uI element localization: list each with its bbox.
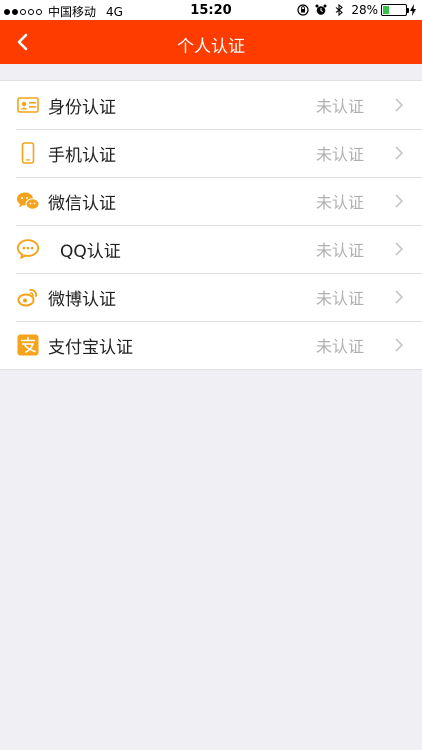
weibo-icon	[16, 285, 40, 309]
rotation-lock-icon	[297, 4, 309, 16]
bluetooth-icon	[335, 4, 344, 16]
list-item-status: 未认证	[315, 337, 364, 356]
list-item-wechat-verification[interactable]: 微信认证 未认证	[0, 177, 422, 225]
chevron-right-icon	[395, 338, 404, 352]
verification-list: 身份认证 未认证 手机认证 未认证 微信认证 未认证 QQ认证 未认证 微博认证…	[0, 80, 422, 370]
alipay-icon	[16, 333, 40, 357]
battery-fill	[383, 6, 390, 14]
list-item-weibo-verification[interactable]: 微博认证 未认证	[0, 273, 422, 321]
list-item-id-verification[interactable]: 身份认证 未认证	[0, 81, 422, 129]
list-item-label: 支付宝认证	[48, 337, 133, 358]
chevron-right-icon	[395, 242, 404, 256]
page-title: 个人认证	[177, 37, 245, 57]
qq-icon	[16, 237, 40, 261]
chevron-right-icon	[395, 98, 404, 112]
wechat-icon	[16, 189, 40, 213]
list-item-status: 未认证	[315, 193, 364, 212]
chevron-right-icon	[395, 194, 404, 208]
list-item-status: 未认证	[315, 289, 364, 308]
status-bar: 中国移动 4G 15:20 28%	[0, 0, 422, 20]
list-item-label: 微博认证	[48, 289, 116, 310]
battery-indicator: 28%	[351, 3, 416, 17]
nav-bar: 个人认证	[0, 20, 422, 64]
list-item-status: 未认证	[315, 241, 364, 260]
list-item-qq-verification[interactable]: QQ认证 未认证	[0, 225, 422, 273]
chevron-right-icon	[395, 146, 404, 160]
list-item-label: 身份认证	[48, 97, 116, 118]
list-item-phone-verification[interactable]: 手机认证 未认证	[0, 129, 422, 177]
battery-percent: 28%	[351, 3, 378, 17]
list-item-label: 微信认证	[48, 193, 116, 214]
phone-icon	[16, 141, 40, 165]
id-card-icon	[16, 93, 40, 117]
battery-icon	[381, 4, 409, 16]
list-item-status: 未认证	[315, 145, 364, 164]
alarm-icon	[315, 4, 327, 15]
list-item-label: QQ认证	[60, 241, 121, 262]
status-right: 28%	[297, 3, 416, 17]
list-item-status: 未认证	[315, 97, 364, 116]
list-item-label: 手机认证	[48, 145, 116, 166]
list-item-alipay-verification[interactable]: 支付宝认证 未认证	[0, 321, 422, 369]
chevron-right-icon	[395, 290, 404, 304]
charging-bolt-icon	[410, 4, 416, 16]
